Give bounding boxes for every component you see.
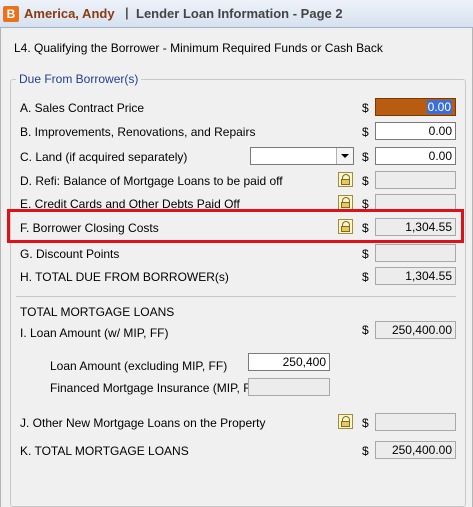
label-financed-mi: Financed Mortgage Insurance (MIP, FF) [50,381,262,395]
label-sales-contract-price: A. Sales Contract Price [20,101,145,115]
currency-symbol: $ [362,221,369,235]
label-discount-points: G. Discount Points [20,247,120,261]
chevron-down-icon[interactable] [336,148,353,164]
sales-contract-price-field[interactable]: 0.00 [375,98,456,116]
currency-symbol: $ [362,247,369,261]
currency-symbol: $ [362,101,369,115]
total-mortgage-loans-heading: TOTAL MORTGAGE LOANS [20,305,175,319]
currency-symbol: $ [362,323,369,337]
label-borrower-closing-costs: F. Borrower Closing Costs [20,221,159,235]
currency-symbol: $ [362,197,369,211]
borrower-name: America, Andy [24,6,115,21]
currency-symbol: $ [362,270,369,284]
page-title: Lender Loan Information - Page 2 [136,6,343,21]
label-total-mortgage-loans: K. TOTAL MORTGAGE LOANS [20,444,189,458]
group-legend: Due From Borrower(s) [16,72,142,86]
label-improvements: B. Improvements, Renovations, and Repair… [20,125,256,139]
financed-mi-field[interactable] [248,378,330,396]
currency-symbol: $ [362,416,369,430]
improvements-field[interactable]: 0.00 [375,122,456,140]
lock-icon[interactable] [338,219,353,234]
currency-symbol: $ [362,174,369,188]
lock-icon[interactable] [338,414,353,429]
app-logo-icon: B [3,6,19,22]
loan-amount-field[interactable]: 250,400.00 [375,321,456,339]
currency-symbol: $ [362,444,369,458]
label-land: C. Land (if acquired separately) [20,150,188,164]
refi-balance-field[interactable] [375,171,456,189]
label-refi-balance: D. Refi: Balance of Mortgage Loans to be… [20,174,283,188]
section-divider [16,296,456,297]
total-due-field[interactable]: 1,304.55 [375,267,456,285]
label-loan-amount-excl: Loan Amount (excluding MIP, FF) [50,359,228,373]
land-dropdown[interactable] [250,147,354,165]
section-heading: L4. Qualifying the Borrower - Minimum Re… [14,41,383,55]
lock-icon[interactable] [338,172,353,187]
label-loan-amount: I. Loan Amount (w/ MIP, FF) [20,326,169,340]
label-total-due: H. TOTAL DUE FROM BORROWER(s) [20,270,229,284]
lock-icon[interactable] [338,195,353,210]
land-field[interactable]: 0.00 [375,147,456,165]
label-credit-cards: E. Credit Cards and Other Debts Paid Off [20,197,240,211]
loan-amount-excl-field[interactable]: 250,400 [248,353,330,371]
label-other-loans: J. Other New Mortgage Loans on the Prope… [20,416,266,430]
currency-symbol: $ [362,125,369,139]
borrower-closing-costs-field[interactable]: 1,304.55 [375,218,456,236]
title-separator: | [125,5,129,20]
other-loans-field[interactable] [375,413,456,431]
credit-cards-field[interactable] [375,194,456,212]
total-mortgage-loans-field[interactable]: 250,400.00 [375,441,456,459]
currency-symbol: $ [362,150,369,164]
discount-points-field[interactable] [375,244,456,262]
window-titlebar: B America, Andy | Lender Loan Informatio… [0,0,473,28]
